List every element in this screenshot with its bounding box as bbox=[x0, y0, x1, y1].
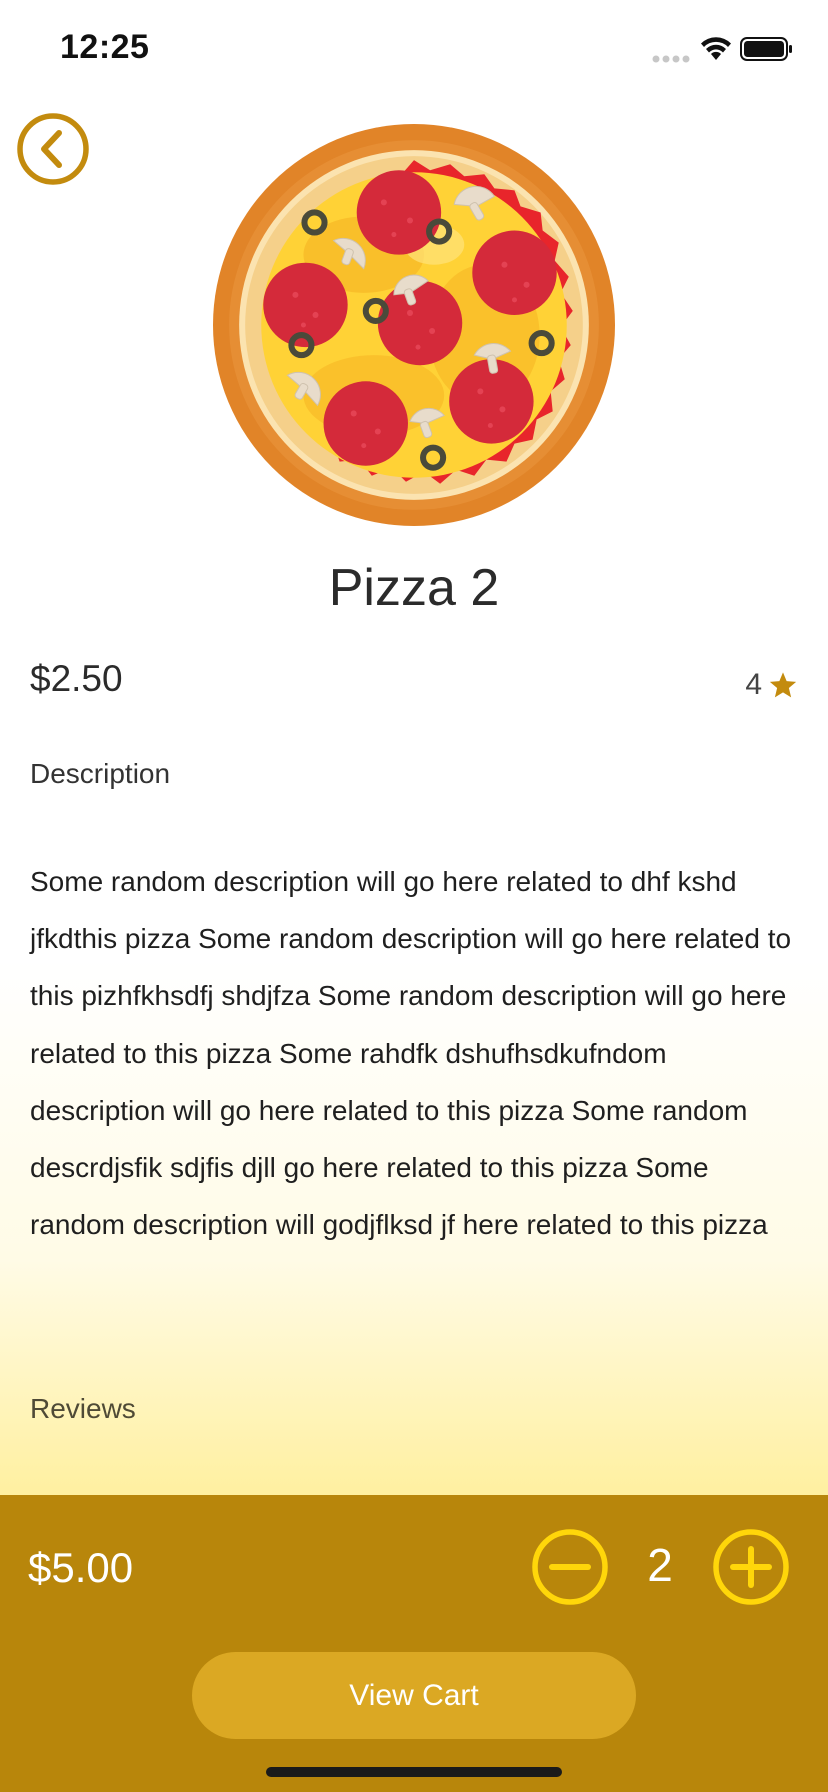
pizza-image bbox=[213, 124, 615, 526]
status-bar: 12:25 bbox=[0, 0, 828, 100]
view-cart-button[interactable]: View Cart bbox=[192, 1652, 636, 1739]
product-title: Pizza 2 bbox=[328, 559, 500, 617]
cart-total: $5.00 bbox=[28, 1544, 134, 1591]
increase-quantity-button[interactable] bbox=[712, 1528, 790, 1606]
decrease-quantity-button[interactable] bbox=[531, 1528, 609, 1606]
product-price: $2.50 bbox=[30, 658, 123, 699]
description-text: Some random description will go here rel… bbox=[30, 866, 792, 1241]
reviews-label: Reviews bbox=[30, 1393, 136, 1424]
back-button[interactable] bbox=[16, 112, 90, 186]
plus-circle-icon bbox=[713, 1529, 789, 1605]
battery-icon bbox=[740, 37, 792, 61]
rating-value: 4 bbox=[745, 668, 762, 701]
home-indicator[interactable] bbox=[266, 1767, 562, 1777]
product-rating: 4 bbox=[745, 668, 798, 702]
wifi-icon bbox=[701, 37, 731, 60]
chevron-left-circle-icon bbox=[17, 113, 89, 185]
status-time: 12:25 bbox=[60, 28, 150, 66]
minus-circle-icon bbox=[532, 1529, 608, 1605]
cellular-signal-icon bbox=[652, 55, 690, 63]
cart-bar bbox=[0, 1495, 828, 1792]
description-label: Description bbox=[30, 758, 171, 789]
quantity-value: 2 bbox=[647, 1539, 673, 1591]
star-icon bbox=[769, 671, 797, 697]
